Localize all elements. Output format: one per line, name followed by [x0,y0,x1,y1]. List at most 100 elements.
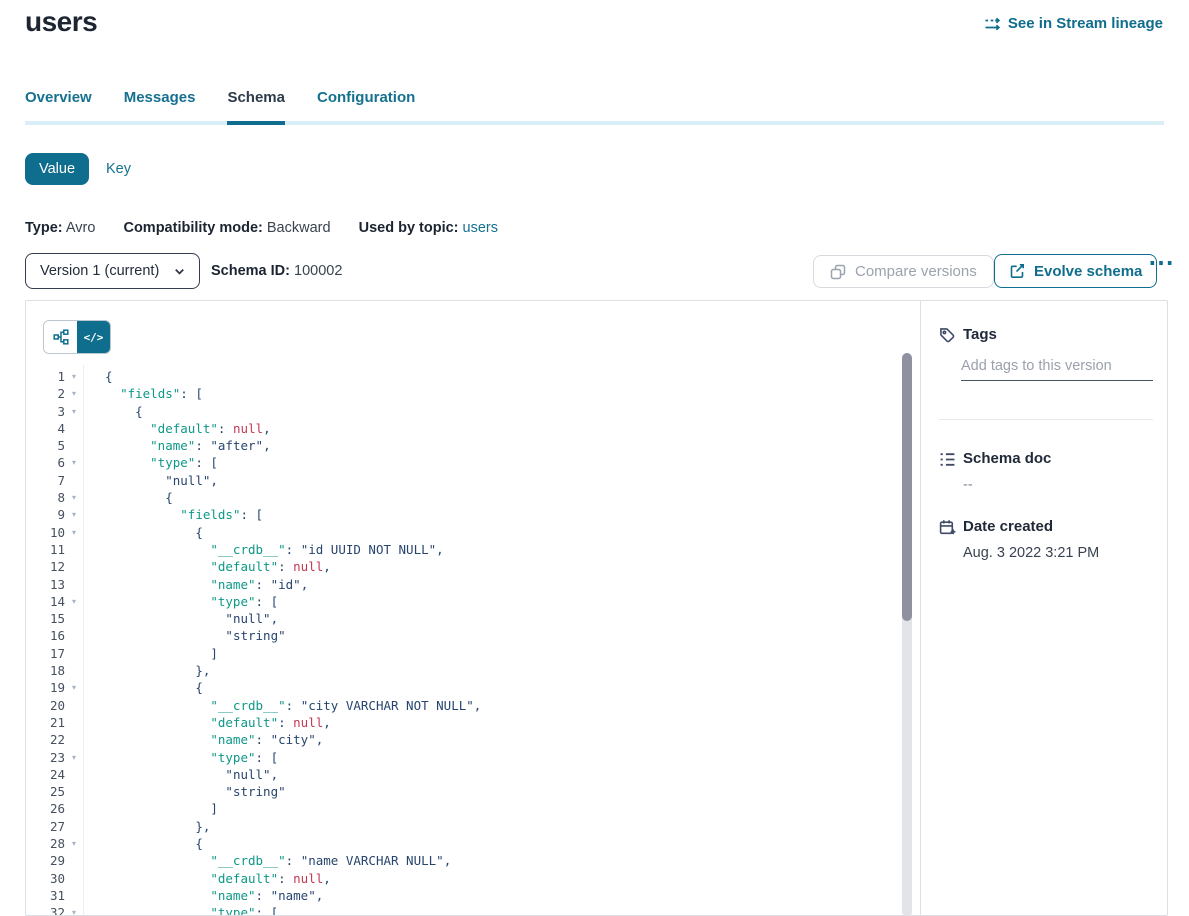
fold-toggle-icon[interactable]: ▾ [65,489,83,506]
line-number: 16 [26,627,65,644]
tab-configuration[interactable]: Configuration [317,89,415,121]
code-line: 11 "__crdb__": "id UUID NOT NULL", [26,541,902,558]
fold-toggle-icon[interactable]: ▾ [65,835,83,852]
code-line-text: "__crdb__": "city VARCHAR NOT NULL", [83,697,481,714]
code-line: 23▾ "type": [ [26,749,902,766]
code-line: 19▾ { [26,679,902,696]
line-number: 11 [26,541,65,558]
code-line-text: "default": null, [83,420,271,437]
code-line: 18 }, [26,662,902,679]
line-number: 10 [26,524,65,541]
version-select[interactable]: Version 1 (current) [25,253,200,289]
code-line-text: "type": [ [83,593,278,610]
stream-lineage-icon [984,16,1001,32]
fold-toggle-icon[interactable]: ▾ [65,403,83,420]
fold-spacer [65,870,83,887]
line-number: 17 [26,645,65,662]
line-number: 32 [26,904,65,916]
fold-toggle-icon[interactable]: ▾ [65,454,83,471]
fold-toggle-icon[interactable]: ▾ [65,679,83,696]
calendar-plus-icon [939,519,956,536]
code-line: 15 "null", [26,610,902,627]
code-line: 32▾ "type": [ [26,904,902,916]
code-line-text: "null", [83,766,278,783]
line-number: 14 [26,593,65,610]
code-line-text: "fields": [ [83,506,263,523]
code-line-text: { [83,489,173,506]
fold-spacer [65,627,83,644]
key-toggle-button[interactable]: Key [100,153,137,185]
code-line: 4 "default": null, [26,420,902,437]
code-line-text: "name": "city", [83,731,323,748]
stream-lineage-link[interactable]: See in Stream lineage [984,15,1163,32]
line-number: 8 [26,489,65,506]
code-line: 2▾ "fields": [ [26,385,902,402]
fold-spacer [65,697,83,714]
code-line-text: "string" [83,783,286,800]
fold-toggle-icon[interactable]: ▾ [65,385,83,402]
fold-spacer [65,558,83,575]
editor-scrollbar-thumb[interactable] [902,353,912,621]
code-line: 21 "default": null, [26,714,902,731]
editor-view-toggle: </> [43,320,111,354]
line-number: 9 [26,506,65,523]
fold-spacer [65,714,83,731]
fold-toggle-icon[interactable]: ▾ [65,749,83,766]
code-line: 3▾ { [26,403,902,420]
code-line: 8▾ { [26,489,902,506]
fold-spacer [65,800,83,817]
line-number: 4 [26,420,65,437]
stream-lineage-label: See in Stream lineage [1008,15,1163,32]
more-actions-button[interactable]: ⋯ [1142,248,1181,276]
code-line-text: ] [83,800,218,817]
code-lines: 1▾{2▾ "fields": [3▾ {4 "default": null,5… [26,368,902,916]
code-line: 28▾ { [26,835,902,852]
fold-toggle-icon[interactable]: ▾ [65,593,83,610]
tab-messages[interactable]: Messages [124,89,196,121]
tab-schema[interactable]: Schema [227,89,285,121]
tree-view-icon [53,329,69,345]
date-created-title: Date created [963,518,1053,535]
code-view-button[interactable]: </> [77,321,110,353]
fold-toggle-icon[interactable]: ▾ [65,368,83,385]
fold-toggle-icon[interactable]: ▾ [65,506,83,523]
code-line-text: "string" [83,627,286,644]
line-number: 30 [26,870,65,887]
tags-section-divider [939,419,1153,420]
tags-input[interactable] [961,351,1153,381]
evolve-schema-button[interactable]: Evolve schema [994,254,1157,288]
value-toggle-button[interactable]: Value [25,153,89,185]
code-line: 16 "string" [26,627,902,644]
code-line-text: { [83,368,113,385]
fold-toggle-icon[interactable]: ▾ [65,524,83,541]
code-line-text: "default": null, [83,714,331,731]
line-number: 13 [26,576,65,593]
version-select-value: Version 1 (current) [40,263,172,279]
tab-overview[interactable]: Overview [25,89,92,121]
topic-link[interactable]: users [463,220,498,236]
code-line: 31 "name": "name", [26,887,902,904]
code-line: 12 "default": null, [26,558,902,575]
line-number: 6 [26,454,65,471]
code-line: 22 "name": "city", [26,731,902,748]
code-line-text: "null", [83,472,218,489]
line-number: 31 [26,887,65,904]
code-line-text: "__crdb__": "name VARCHAR NULL", [83,852,451,869]
compare-versions-button[interactable]: Compare versions [813,255,994,288]
schema-meta-row: Type: Avro Compatibility mode: Backward … [25,220,498,236]
code-line: 10▾ { [26,524,902,541]
code-line-text: "name": "after", [83,437,271,454]
code-line: 24 "null", [26,766,902,783]
tag-icon [939,327,956,344]
line-number: 3 [26,403,65,420]
tree-view-button[interactable] [44,321,77,353]
schema-id-value: 100002 [294,263,342,279]
line-number: 23 [26,749,65,766]
code-line-text: }, [83,818,210,835]
code-line: 1▾{ [26,368,902,385]
fold-toggle-icon[interactable]: ▾ [65,904,83,916]
schema-doc-value: -- [963,477,973,493]
fold-spacer [65,662,83,679]
line-number: 22 [26,731,65,748]
code-line-text: "default": null, [83,558,331,575]
